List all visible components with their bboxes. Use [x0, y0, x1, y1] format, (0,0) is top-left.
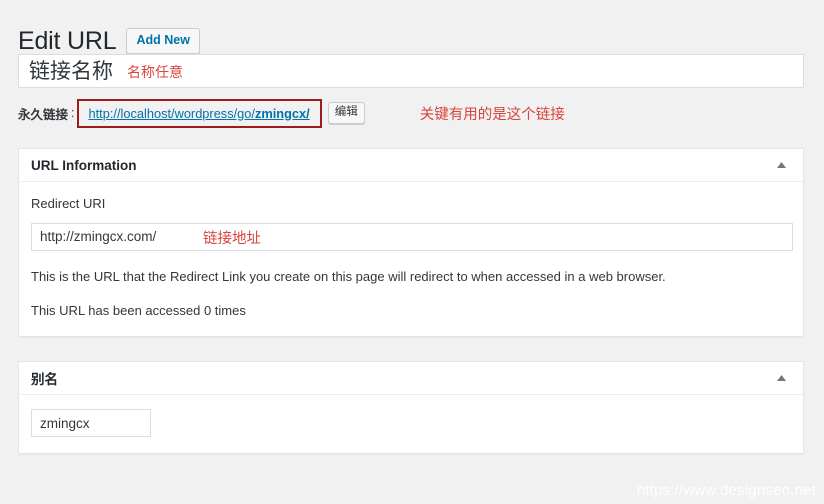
title-annotation: 名称任意 [127, 64, 183, 80]
redirect-uri-row: 链接地址 [31, 222, 793, 251]
watermark: https://www.designseo.net [636, 482, 816, 499]
link-title-input[interactable]: 链接名称 名称任意 [18, 54, 804, 88]
permalink-url-prefix: http://localhost/wordpress/go/ [88, 105, 255, 121]
redirect-uri-input[interactable] [31, 222, 793, 251]
redirect-uri-help-text: This is the URL that the Redirect Link y… [31, 268, 666, 284]
alias-panel-body [19, 395, 803, 453]
edit-permalink-button[interactable]: 编辑 [327, 101, 365, 125]
permalink-url-slug: zmingcx/ [254, 105, 310, 121]
permalink-label: 永久链接 [18, 107, 69, 122]
redirect-uri-label: Redirect URI [31, 196, 106, 211]
url-information-panel: URL Information Redirect URI 链接地址 This i… [18, 148, 804, 338]
url-information-panel-body: Redirect URI 链接地址 This is the URL that t… [19, 182, 803, 336]
wp-admin-edit-url-page: Edit URL Add New 链接名称 名称任意 永久链接 : http:/… [0, 0, 824, 504]
page-title: Edit URL [18, 26, 117, 55]
alias-panel-header: 别名 [19, 362, 803, 395]
permalink-link[interactable]: http://localhost/wordpress/go/zmingcx/ [89, 106, 310, 121]
permalink-separator: : [71, 106, 75, 120]
permalink-row: 永久链接 : http://localhost/wordpress/go/zmi… [18, 96, 565, 130]
url-information-panel-title: URL Information [31, 157, 137, 173]
access-count-text: This URL has been accessed 0 times [31, 303, 246, 319]
add-new-button[interactable]: Add New [126, 28, 200, 54]
permalink-annotation: 关键有用的是这个链接 [419, 106, 565, 123]
chevron-up-icon[interactable] [771, 368, 791, 388]
permalink-highlight-box: http://localhost/wordpress/go/zmingcx/ [76, 98, 322, 128]
chevron-up-icon[interactable] [771, 155, 791, 175]
alias-panel: 别名 [18, 361, 804, 454]
url-information-panel-header: URL Information [19, 149, 803, 182]
alias-panel-title: 别名 [31, 372, 58, 387]
link-title-value: 链接名称 [29, 59, 113, 83]
alias-input[interactable] [31, 409, 151, 437]
